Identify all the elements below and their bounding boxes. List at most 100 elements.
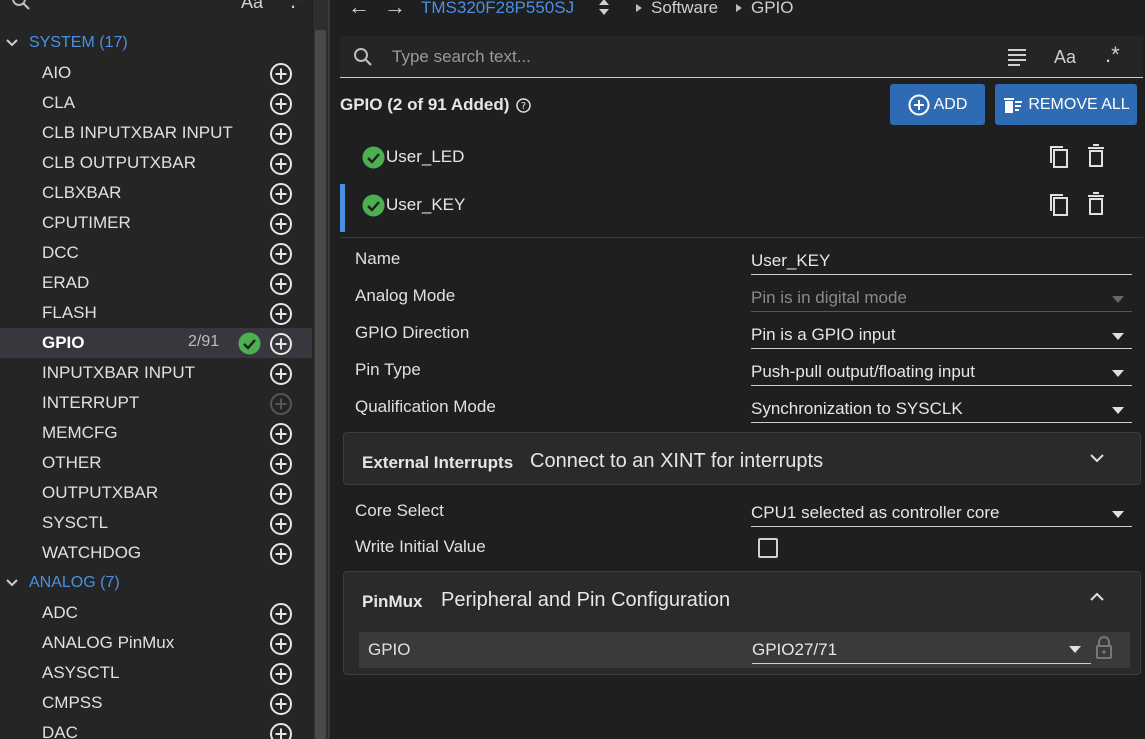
chevron-down-icon[interactable] — [1090, 453, 1104, 463]
plus-circle-icon[interactable] — [269, 542, 293, 566]
sidebar-item[interactable]: OTHER — [0, 448, 312, 478]
plus-circle-icon[interactable] — [269, 242, 293, 266]
plus-circle-icon[interactable] — [269, 692, 293, 716]
regex-toggle[interactable]: .* — [1105, 42, 1120, 68]
plus-circle-icon[interactable] — [269, 122, 293, 146]
write-initial-value-checkbox[interactable] — [758, 538, 778, 558]
config-row-pin-type: Pin Type Push-pull output/floating input — [355, 360, 1133, 390]
sort-updown-icon[interactable] — [598, 0, 610, 17]
plus-circle-icon[interactable] — [269, 272, 293, 296]
plus-circle-icon[interactable] — [269, 302, 293, 326]
plus-circle-icon[interactable] — [269, 212, 293, 236]
remove-all-button[interactable]: REMOVE ALL — [995, 84, 1137, 125]
plus-circle-icon[interactable] — [269, 422, 293, 446]
caret-down-icon[interactable] — [1069, 646, 1081, 653]
add-button[interactable]: ADD — [890, 84, 985, 125]
plus-circle-icon[interactable] — [269, 662, 293, 686]
core-select-select[interactable]: CPU1 selected as controller core — [751, 501, 1132, 527]
caret-down-icon — [1112, 296, 1124, 303]
select-value: Pin is in digital mode — [751, 288, 907, 307]
sidebar-item[interactable]: AIO — [0, 58, 312, 88]
config-label: Pin Type — [355, 360, 421, 379]
sidebar-item-label: ERAD — [42, 273, 90, 292]
plus-circle-icon[interactable] — [269, 92, 293, 116]
sidebar-item[interactable]: CLB OUTPUTXBAR — [0, 148, 312, 178]
sidebar-item[interactable]: MEMCFG — [0, 418, 312, 448]
plus-circle-icon[interactable] — [269, 722, 293, 739]
sidebar-item[interactable]: FLASH — [0, 298, 312, 328]
plus-circle-icon[interactable] — [269, 62, 293, 86]
plus-circle-icon[interactable] — [269, 182, 293, 206]
category-system[interactable]: SYSTEM (17) — [0, 28, 312, 58]
copy-icon[interactable] — [1048, 192, 1070, 218]
config-row-write-initial-value: Write Initial Value — [355, 537, 1133, 567]
sidebar-item[interactable]: DCC — [0, 238, 312, 268]
config-label: Name — [355, 249, 401, 268]
sidebar-item[interactable]: CPUTIMER — [0, 208, 312, 238]
check-circle-icon — [362, 146, 385, 169]
copy-icon[interactable] — [1048, 144, 1070, 170]
sidebar-item-label: DCC — [42, 243, 79, 262]
analog-mode-select: Pin is in digital mode — [751, 286, 1132, 312]
module-sidebar: Aa .* SYSTEM (17) AIO CLA CLB INPUTXBAR IN… — [0, 0, 312, 739]
sidebar-item-label: AIO — [42, 63, 72, 82]
sidebar-item[interactable]: INPUTXBAR INPUT — [0, 358, 312, 388]
gpio-pin-select[interactable]: GPIO27/71 — [752, 638, 1091, 664]
plus-circle-icon[interactable] — [269, 482, 293, 506]
gpio-direction-select[interactable]: Pin is a GPIO input — [751, 323, 1132, 349]
lines-icon[interactable] — [1007, 48, 1027, 66]
sidebar-item[interactable]: SYSCTL — [0, 508, 312, 538]
sidebar-item[interactable]: ANALOG PinMux — [0, 628, 312, 658]
plus-circle-icon[interactable] — [269, 332, 293, 356]
help-icon[interactable]: ? — [516, 98, 531, 113]
back-arrow-icon[interactable]: ← — [348, 0, 370, 20]
chevron-up-icon[interactable] — [1090, 592, 1104, 602]
sidebar-item[interactable]: ASYSCTL — [0, 658, 312, 688]
external-interrupts-group[interactable]: External Interrupts Connect to an XINT f… — [343, 432, 1141, 485]
scrollbar-thumb[interactable] — [315, 30, 326, 739]
config-label: Write Initial Value — [355, 537, 486, 556]
sidebar-item[interactable]: WATCHDOG — [0, 538, 312, 568]
breadcrumb-software[interactable]: Software — [651, 0, 718, 18]
plus-circle-icon[interactable] — [269, 512, 293, 536]
sidebar-item[interactable]: ERAD — [0, 268, 312, 298]
sidebar-item-label: INTERRUPT — [42, 393, 140, 412]
name-field[interactable]: User_KEY — [751, 249, 1132, 275]
plus-circle-icon[interactable] — [269, 392, 293, 416]
sidebar-item[interactable]: ADC — [0, 598, 312, 628]
panel-divider[interactable] — [328, 0, 330, 739]
sidebar-search-bar[interactable]: Aa .* — [0, 0, 312, 16]
category-analog[interactable]: ANALOG (7) — [0, 568, 312, 598]
pin-type-select[interactable]: Push-pull output/floating input — [751, 360, 1132, 386]
sidebar-item[interactable]: CLA — [0, 88, 312, 118]
sidebar-item[interactable]: CMPSS — [0, 688, 312, 718]
sidebar-item[interactable]: OUTPUTXBAR — [0, 478, 312, 508]
match-case-toggle[interactable]: Aa — [241, 0, 263, 13]
sidebar-item[interactable]: INTERRUPT — [0, 388, 312, 418]
plus-circle-icon[interactable] — [269, 632, 293, 656]
regex-toggle[interactable]: .* — [290, 0, 305, 14]
plus-circle-icon[interactable] — [269, 152, 293, 176]
lock-icon[interactable] — [1095, 636, 1113, 660]
plus-circle-icon[interactable] — [269, 602, 293, 626]
sidebar-item[interactable]: CLBXBAR — [0, 178, 312, 208]
device-selector[interactable]: TMS320F28P550SJ — [421, 0, 574, 18]
trash-icon[interactable] — [1087, 192, 1105, 216]
forward-arrow-icon[interactable]: → — [384, 0, 406, 20]
plus-circle-icon[interactable] — [269, 362, 293, 386]
search-input[interactable] — [392, 44, 992, 70]
instance-row[interactable]: User_LED — [340, 134, 1143, 182]
plus-circle-icon[interactable] — [269, 452, 293, 476]
sidebar-item[interactable]: CLB INPUTXBAR INPUT — [0, 118, 312, 148]
sidebar-item[interactable]: DAC — [0, 718, 312, 739]
sidebar-scrollbar[interactable] — [313, 0, 328, 739]
sidebar-item[interactable]: GPIO 2/91 — [0, 328, 312, 358]
qualification-mode-select[interactable]: Synchronization to SYSCLK — [751, 397, 1132, 423]
instance-row-selected[interactable]: User_KEY — [340, 182, 1143, 232]
trash-icon[interactable] — [1087, 144, 1105, 168]
caret-down-icon — [1112, 511, 1124, 518]
caret-down-icon — [1112, 333, 1124, 340]
breadcrumb-gpio[interactable]: GPIO — [751, 0, 794, 18]
match-case-toggle[interactable]: Aa — [1054, 47, 1076, 68]
group-description: Connect to an XINT for interrupts — [530, 450, 824, 472]
